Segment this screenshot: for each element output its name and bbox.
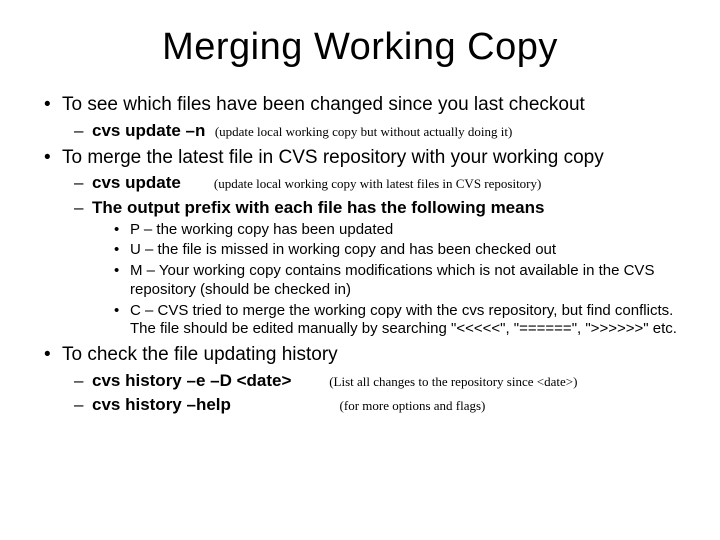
bullet-1-text: To see which files have been changed sin… [62,94,585,115]
note-history-help: (for more options and flags) [340,398,486,413]
bullet-3-sub-2: cvs history –help (for more options and … [92,394,680,416]
bullet-2-sub-1: cvs update (update local working copy wi… [92,172,680,194]
bullet-2-text: To merge the latest file in CVS reposito… [62,147,604,168]
prefix-u: U – the file is missed in working copy a… [130,241,680,260]
bullet-2: To merge the latest file in CVS reposito… [62,146,680,339]
output-prefix-text: The output prefix with each file has the… [92,198,544,217]
cmd-cvs-update: cvs update [92,173,181,192]
slide: Merging Working Copy To see which files … [0,0,720,540]
cmd-cvs-history-date: cvs history –e –D <date> [92,371,291,390]
cmd-cvs-update-n: cvs update –n [92,121,205,140]
bullet-3-sub-1: cvs history –e –D <date> (List all chang… [92,370,680,392]
note-update-n: (update local working copy but without a… [215,124,513,139]
cmd-cvs-history-help: cvs history –help [92,395,231,414]
note-history-date: (List all changes to the repository sinc… [329,374,577,389]
bullet-1-sub-1: cvs update –n (update local working copy… [92,120,680,142]
bullet-2-sub-2: The output prefix with each file has the… [92,197,680,340]
bullet-3-text: To check the file updating history [62,344,338,365]
prefix-m: M – Your working copy contains modificat… [130,262,680,300]
prefix-c: C – CVS tried to merge the working copy … [130,302,680,340]
bullet-3: To check the file updating history cvs h… [62,343,680,416]
note-update: (update local working copy with latest f… [214,176,541,191]
prefix-p: P – the working copy has been updated [130,221,680,240]
bullet-list: To see which files have been changed sin… [40,93,680,416]
slide-title: Merging Working Copy [40,26,680,69]
bullet-1: To see which files have been changed sin… [62,93,680,142]
